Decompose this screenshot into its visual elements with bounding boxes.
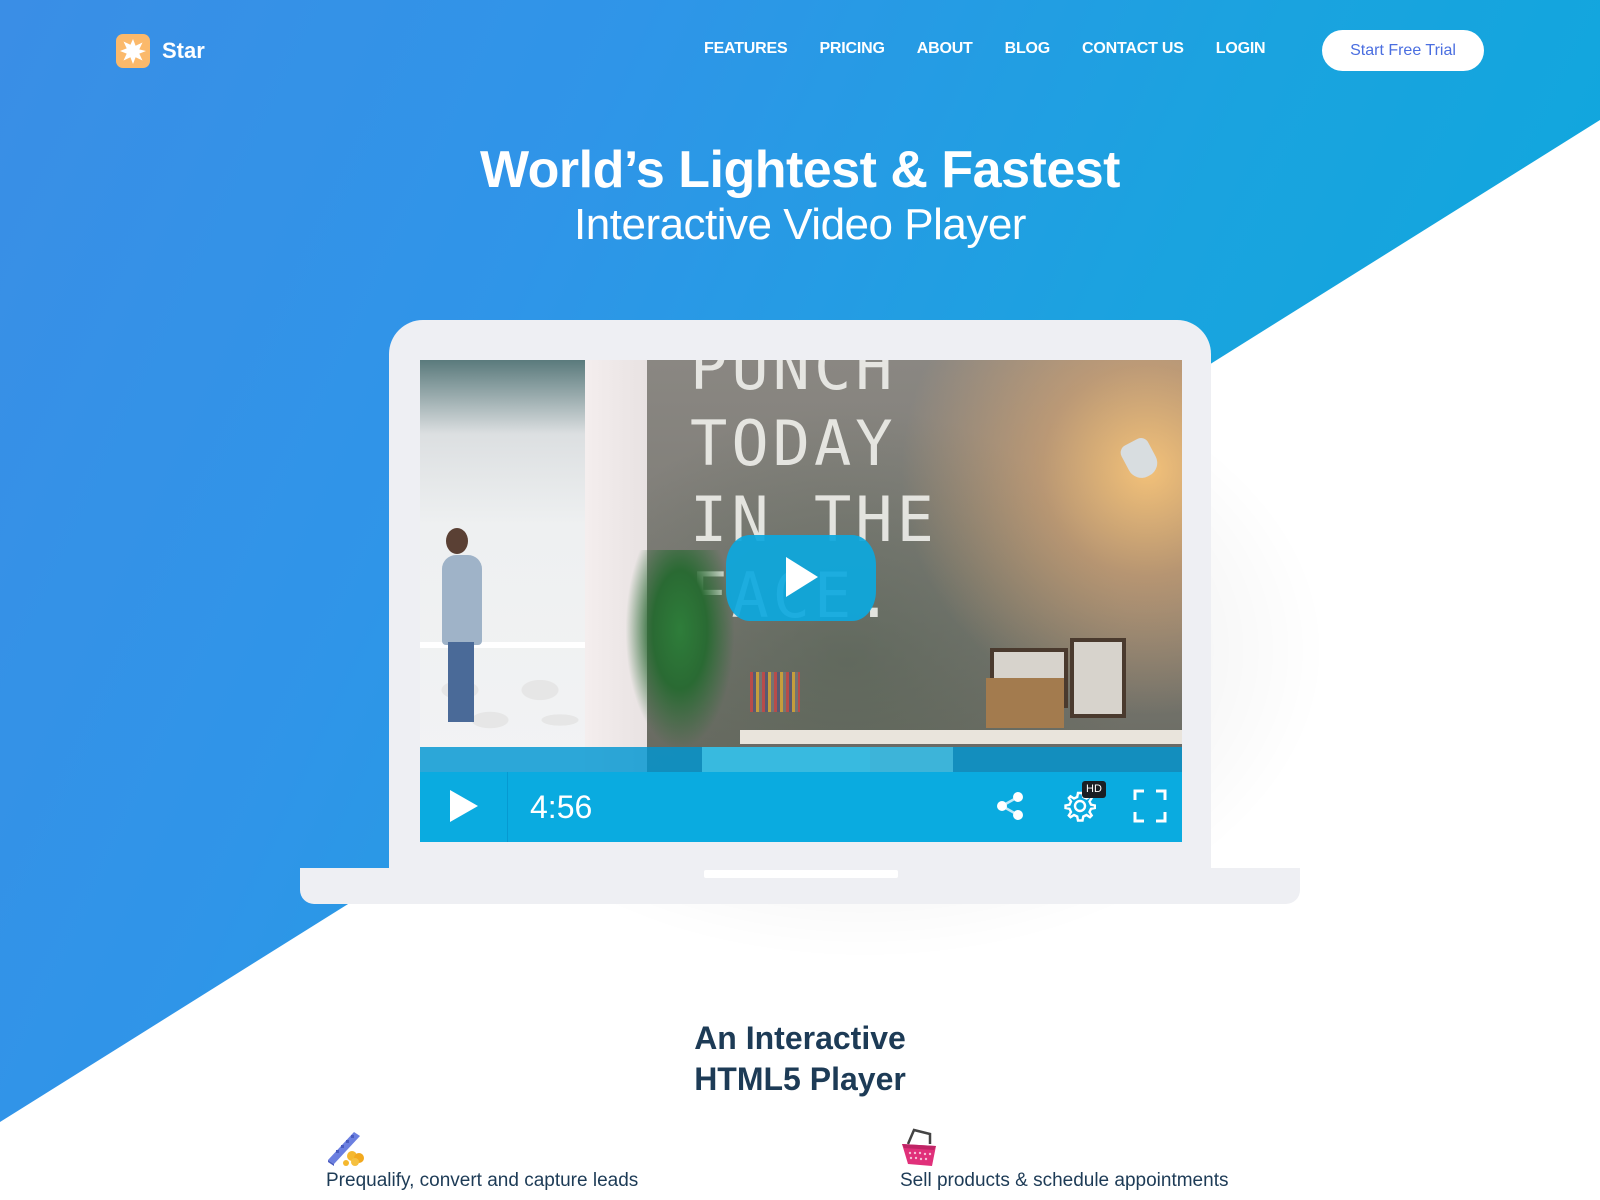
player-controls: 4:56 HD bbox=[420, 772, 1182, 842]
feature-text: Sell products & schedule appointments bbox=[900, 1170, 1229, 1191]
play-icon bbox=[449, 789, 478, 825]
conveyor-coins-icon bbox=[326, 1128, 366, 1168]
start-free-trial-button[interactable]: Start Free Trial bbox=[1322, 30, 1484, 71]
nav-features[interactable]: FEATURES bbox=[704, 40, 788, 58]
video-scene-desk bbox=[740, 730, 1182, 744]
big-play-button[interactable] bbox=[726, 535, 876, 621]
video-scene-frame bbox=[1070, 638, 1126, 718]
video-scene-pencils bbox=[750, 672, 800, 712]
hero-title: World’s Lightest & Fastest bbox=[480, 141, 1120, 199]
feature-item: Sell products & schedule appointments bbox=[900, 1128, 1228, 1192]
nav-pricing[interactable]: PRICING bbox=[819, 40, 884, 58]
nav-blog[interactable]: BLOG bbox=[1005, 40, 1051, 58]
feature-text: Prequalify, convert and capture leads bbox=[326, 1170, 639, 1191]
nav-contact-us[interactable]: CONTACT US bbox=[1082, 40, 1184, 58]
controls-right: HD bbox=[990, 781, 1170, 827]
share-icon bbox=[994, 790, 1026, 825]
progress-buffered-segment bbox=[701, 747, 870, 772]
video-player[interactable]: PUNCH TODAY IN THE FACE. 4:56 bbox=[420, 360, 1182, 842]
main-nav: FEATURES PRICING ABOUT BLOG CONTACT US L… bbox=[704, 40, 1266, 58]
time-display: 4:56 bbox=[530, 788, 593, 825]
star-burst-icon bbox=[116, 34, 150, 68]
fullscreen-icon bbox=[1133, 789, 1167, 826]
video-scene-box bbox=[986, 678, 1064, 728]
video-scene-person bbox=[442, 555, 482, 645]
play-icon bbox=[784, 556, 818, 600]
section-title-line-2: HTML5 Player bbox=[694, 1061, 906, 1097]
feature-item: Prequalify, convert and capture leads bbox=[326, 1128, 638, 1192]
nav-login[interactable]: LOGIN bbox=[1216, 40, 1266, 58]
nav-about[interactable]: ABOUT bbox=[917, 40, 973, 58]
hero-subtitle: Interactive Video Player bbox=[574, 200, 1026, 249]
share-button[interactable] bbox=[990, 787, 1030, 827]
hd-badge: HD bbox=[1082, 781, 1106, 798]
site-header: Star FEATURES PRICING ABOUT BLOG CONTACT… bbox=[0, 0, 1600, 100]
progress-bar[interactable] bbox=[420, 747, 1182, 772]
brand-logo[interactable]: Star bbox=[116, 34, 205, 68]
progress-buffered-segment bbox=[869, 747, 954, 772]
laptop-notch bbox=[704, 870, 898, 878]
fullscreen-button[interactable] bbox=[1130, 787, 1170, 827]
brand-name: Star bbox=[162, 38, 205, 63]
video-scene-plant bbox=[625, 550, 735, 750]
shopping-basket-icon bbox=[900, 1128, 940, 1168]
video-scene-person-head bbox=[446, 528, 468, 554]
settings-button[interactable]: HD bbox=[1060, 781, 1106, 827]
section-title-line-1: An Interactive bbox=[694, 1020, 906, 1056]
play-button[interactable] bbox=[420, 772, 508, 842]
section-title: An Interactive HTML5 Player bbox=[0, 1018, 1600, 1100]
video-scene-person-legs bbox=[448, 642, 474, 722]
